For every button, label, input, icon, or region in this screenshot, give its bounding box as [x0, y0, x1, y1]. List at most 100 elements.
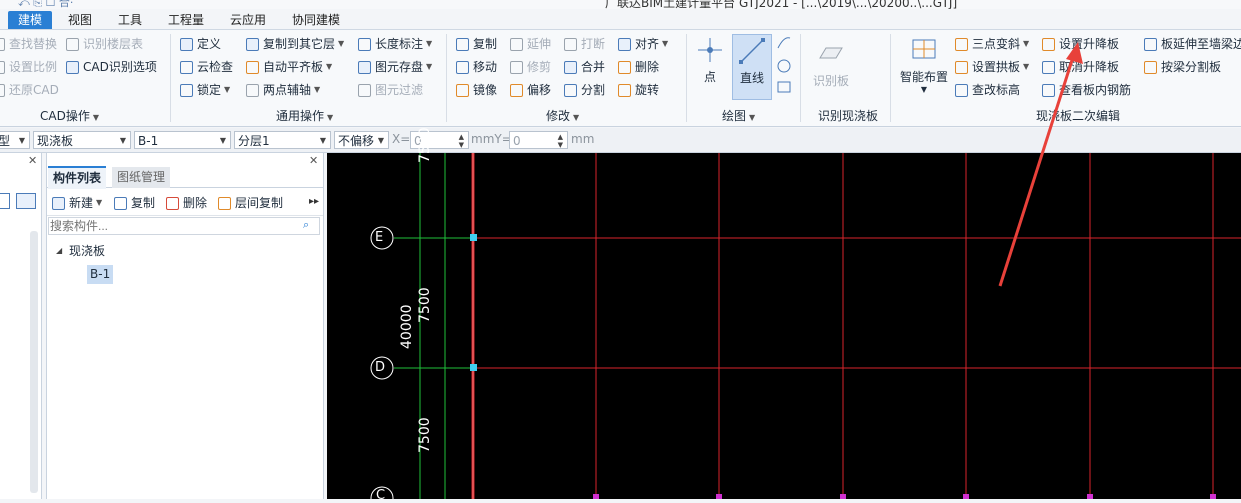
recognize-slab-button[interactable]: 识别板 [808, 40, 854, 89]
tab-component-list[interactable]: 构件列表 [48, 166, 107, 189]
dimension-text: 7500 [417, 417, 433, 453]
chevron-down-icon: ▼ [92, 113, 99, 122]
cloud-icon [180, 60, 193, 74]
line-button[interactable]: 直线 [732, 34, 772, 100]
eraser-icon [618, 60, 631, 74]
unit-mm-label: mm [571, 132, 595, 146]
list-view-icon[interactable] [0, 193, 10, 209]
copy-to-other-floor-button[interactable]: 复制到其它层 ▼ [246, 34, 344, 54]
rotate-button[interactable]: 旋转 [618, 80, 659, 100]
scrollbar[interactable] [30, 231, 38, 493]
tab-cloud[interactable]: 云应用 [222, 11, 274, 29]
group-general-ops[interactable]: 通用操作 ▼ [276, 107, 333, 124]
mirror-button[interactable]: 镜像 [456, 80, 497, 100]
align-button[interactable]: 对齐 ▼ [618, 34, 668, 54]
smart-layout-button[interactable]: 智能布置 ▼ [896, 36, 952, 94]
tab-quantity[interactable]: 工程量 [160, 11, 212, 29]
save-icon [358, 60, 371, 74]
length-dimension-button[interactable]: 长度标注 ▼ [358, 34, 432, 54]
extend-slab-to-wall-beam-button[interactable]: 板延伸至墙梁边 [1144, 34, 1241, 54]
restore-cad-button[interactable]: 还原CAD [0, 80, 59, 100]
two-point-axis-button[interactable]: 两点辅轴 ▼ [246, 80, 320, 100]
node-marker[interactable] [470, 234, 477, 241]
move-button[interactable]: 移动 [456, 57, 497, 77]
close-icon[interactable]: ✕ [309, 154, 318, 167]
element-filter-button[interactable]: 图元过滤 [358, 80, 423, 100]
point-button[interactable]: 点 [692, 36, 728, 85]
cloud-check-button[interactable]: 云检查 [180, 57, 233, 77]
x-label: X= [392, 132, 411, 146]
extend-button[interactable]: 延伸 [510, 34, 551, 54]
chevron-down-icon: ▼ [338, 39, 345, 48]
grid-view-icon[interactable] [16, 193, 36, 209]
recognize-floor-table-button[interactable]: 识别楼层表 [66, 34, 143, 54]
quick-access-toolbar[interactable]: ⤺ ⎘ ☐ 合· [18, 0, 73, 9]
node-marker [593, 494, 599, 499]
tab-collab[interactable]: 协同建模 [284, 11, 348, 29]
close-icon[interactable]: ✕ [28, 154, 37, 167]
y-offset-input[interactable]: 0 ▲ ▼ [509, 131, 568, 149]
left-nav-panel: ✕ [0, 153, 42, 499]
offset-mode-select[interactable]: 不偏移 ▼ [334, 131, 389, 149]
node-marker[interactable] [470, 364, 477, 371]
offset-button[interactable]: 偏移 [510, 80, 551, 100]
define-button[interactable]: 定义 [180, 34, 221, 54]
split-button[interactable]: 分割 [564, 80, 605, 100]
group-modify[interactable]: 修改 ▼ [546, 107, 579, 124]
divider [446, 34, 447, 122]
trim-button[interactable]: 修剪 [510, 57, 551, 77]
delete-component-button[interactable]: 删除 [166, 193, 207, 213]
chevron-down-icon: ▼ [920, 85, 928, 94]
window-title: 广联达BIM土建计量平台 GTJ2021 - [...\2019\...\202… [605, 0, 958, 9]
new-icon [52, 196, 65, 210]
copy-component-button[interactable]: 复制 [114, 193, 155, 213]
category-select[interactable]: 现浇板 ▼ [33, 131, 131, 149]
tab-tools[interactable]: 工具 [110, 11, 150, 29]
component-select[interactable]: B-1 ▼ [134, 131, 231, 149]
extend-slab-icon [1144, 37, 1157, 51]
search-icon[interactable]: ⌕ [303, 218, 309, 232]
chevron-down-icon: ▼ [319, 136, 326, 145]
tree-collapse-icon[interactable]: ◢ [56, 246, 62, 255]
split-slab-icon [1144, 60, 1157, 74]
chevron-down-icon: ▼ [18, 136, 25, 145]
rotate-icon [618, 83, 631, 97]
tab-view[interactable]: 视图 [60, 11, 100, 29]
tab-drawing-management[interactable]: 图纸管理 [112, 167, 171, 188]
table-icon [66, 37, 79, 51]
find-replace-button[interactable]: 查找替换 [0, 34, 57, 54]
draw-tools-icon[interactable] [776, 34, 792, 98]
chevron-down-icon: ▼ [327, 113, 334, 122]
chevron-down-icon: ▼ [326, 62, 333, 71]
copy-button[interactable]: 复制 [456, 34, 497, 54]
cad-options-button[interactable]: CAD识别选项 [66, 57, 157, 77]
auto-flush-slab-button[interactable]: 自动平齐板 ▼ [246, 57, 332, 77]
copy-between-floors-button[interactable]: 层间复制 [218, 193, 283, 213]
type-select[interactable]: 型 ▼ [0, 131, 30, 149]
chevron-down-icon: ▼ [426, 62, 433, 71]
merge-button[interactable]: 合并 [564, 57, 605, 77]
dimension-icon [358, 37, 371, 51]
move-icon [456, 60, 469, 74]
group-draw[interactable]: 绘图 ▼ [722, 107, 755, 124]
chevron-down-icon: ▼ [573, 113, 580, 122]
new-button[interactable]: 新建 ▼ [52, 193, 102, 213]
split-slab-by-beam-button[interactable]: 按梁分割板 [1144, 57, 1221, 77]
save-element-button[interactable]: 图元存盘 ▼ [358, 57, 432, 77]
recognize-slab-icon [819, 47, 843, 59]
chevron-down-icon: ▼ [426, 39, 433, 48]
more-icon[interactable]: ▸▸ [309, 196, 319, 207]
lock-button[interactable]: 锁定 ▼ [180, 80, 230, 100]
group-cad-ops[interactable]: CAD操作 ▼ [40, 107, 99, 124]
set-scale-button[interactable]: 设置比例 [0, 57, 57, 77]
tree-node-root[interactable]: 现浇板 [69, 242, 105, 259]
drawing-canvas[interactable]: E D C 7500 7500 7500 40000 [327, 127, 1241, 503]
chevron-down-icon: ▼ [219, 136, 226, 145]
delete-button[interactable]: 删除 [618, 57, 659, 77]
search-input[interactable] [50, 218, 290, 233]
tree-node-b1[interactable]: B-1 [87, 265, 114, 284]
layer-select[interactable]: 分层1 ▼ [234, 131, 331, 149]
tab-modeling[interactable]: 建模 [8, 11, 52, 29]
break-button[interactable]: 打断 [564, 34, 605, 54]
divider [800, 34, 801, 122]
